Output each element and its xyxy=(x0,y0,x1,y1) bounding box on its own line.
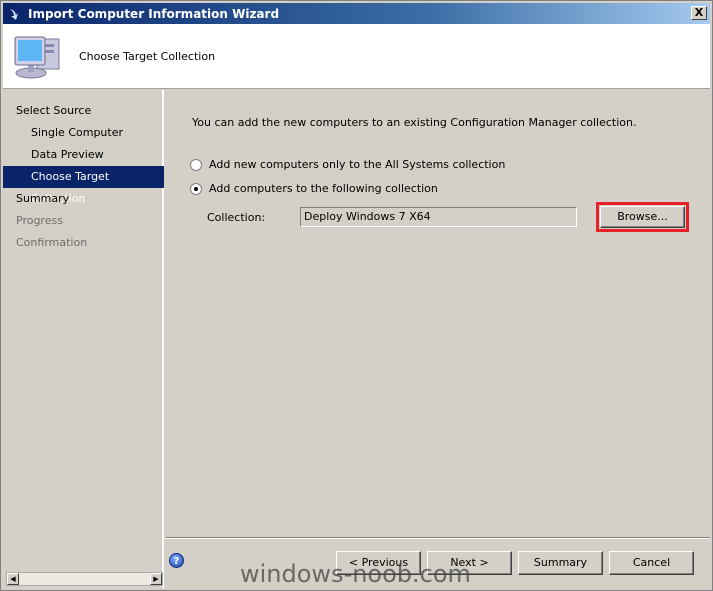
arrow-down-icon xyxy=(10,8,18,20)
page-title: Choose Target Collection xyxy=(79,50,216,63)
window-title: Import Computer Information Wizard xyxy=(28,6,280,21)
wizard-header: Choose Target Collection xyxy=(3,24,710,89)
radio-following-collection[interactable] xyxy=(190,183,202,195)
wizard-window: Import Computer Information Wizard X Cho… xyxy=(0,0,713,591)
radio-following-collection-label[interactable]: Add computers to the following collectio… xyxy=(209,182,438,195)
step-summary: Summary xyxy=(16,192,70,205)
browse-button[interactable]: Browse... xyxy=(600,206,685,228)
intro-text: You can add the new computers to an exis… xyxy=(192,116,637,129)
watermark: windows-noob.com xyxy=(240,560,471,588)
wizard-steps-sidebar: Select Source Single Computer Data Previ… xyxy=(3,90,164,588)
collection-field: Deploy Windows 7 X64 xyxy=(300,207,577,227)
close-button[interactable]: X xyxy=(691,6,707,20)
title-bar: Import Computer Information Wizard X xyxy=(3,3,710,24)
wizard-content: You can add the new computers to an exis… xyxy=(166,90,710,588)
radio-all-systems[interactable] xyxy=(190,159,202,171)
scroll-left-button[interactable]: ◀ xyxy=(7,573,19,585)
step-confirmation: Confirmation xyxy=(16,236,88,249)
step-data-preview: Data Preview xyxy=(31,148,104,161)
summary-button[interactable]: Summary xyxy=(518,551,603,575)
footer-divider xyxy=(166,537,710,539)
scroll-right-button[interactable]: ▶ xyxy=(150,573,162,585)
step-single-computer: Single Computer xyxy=(31,126,123,139)
cancel-button[interactable]: Cancel xyxy=(609,551,694,575)
step-progress: Progress xyxy=(16,214,63,227)
step-select-source: Select Source xyxy=(16,104,92,117)
help-icon[interactable]: ? xyxy=(169,553,184,568)
sidebar-horizontal-scrollbar[interactable]: ◀ ▶ xyxy=(6,572,163,586)
step-choose-target-collection: Choose Target Collection xyxy=(3,166,164,205)
radio-all-systems-label[interactable]: Add new computers only to the All System… xyxy=(209,158,505,171)
collection-label: Collection: xyxy=(207,211,266,224)
computer-icon xyxy=(14,36,60,79)
